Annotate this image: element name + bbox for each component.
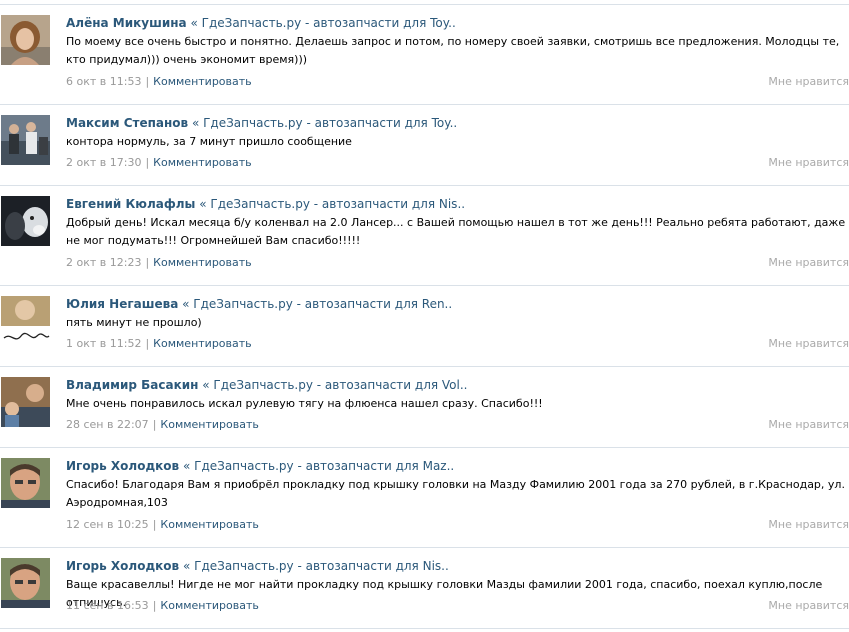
like-button[interactable]: Мне нравится <box>768 598 849 614</box>
comment-text: Спасибо! Благодаря Вам я приобрёл прокла… <box>66 478 845 509</box>
comment-item: Игорь Холодков « ГдеЗапчасть.ру - автоза… <box>0 458 849 558</box>
meta-separator: | <box>145 337 150 350</box>
divider <box>0 366 849 367</box>
like-button[interactable]: Мне нравится <box>768 417 849 433</box>
comment-header: Алёна Микушина « ГдеЗапчасть.ру - автоза… <box>66 15 456 31</box>
meta-separator: | <box>152 599 157 612</box>
meta-separator: | <box>152 518 157 531</box>
source-link[interactable]: ГдеЗапчасть.ру - автозапчасти для Nis.. <box>194 559 449 573</box>
comment-meta: 2 окт в 12:23 | Комментировать <box>66 255 252 271</box>
avatar[interactable] <box>1 196 50 246</box>
avatar[interactable] <box>1 296 50 346</box>
author-link[interactable]: Максим Степанов <box>66 116 188 130</box>
comment-item: Алёна Микушина « ГдеЗапчасть.ру - автоза… <box>0 15 849 115</box>
comment-text: Мне очень понравилось искал рулевую тягу… <box>66 397 543 410</box>
quote-separator: « <box>202 378 210 392</box>
author-link[interactable]: Алёна Микушина <box>66 16 187 30</box>
comment-meta: 28 сен в 22:07 | Комментировать <box>66 417 259 433</box>
divider <box>0 285 849 286</box>
avatar[interactable] <box>1 115 50 165</box>
comment-header: Игорь Холодков « ГдеЗапчасть.ру - автоза… <box>66 458 454 474</box>
reply-link[interactable]: Комментировать <box>153 75 251 88</box>
quote-separator: « <box>182 459 191 473</box>
author-link[interactable]: Юлия Негашева <box>66 297 178 311</box>
reply-link[interactable]: Комментировать <box>160 599 258 612</box>
source-link[interactable]: ГдеЗапчасть.ру - автозапчасти для Toy.. <box>203 116 457 130</box>
quote-separator: « <box>199 197 207 211</box>
comment-date[interactable]: 12 сен в 10:25 <box>66 518 149 531</box>
like-button[interactable]: Мне нравится <box>768 517 849 533</box>
reply-link[interactable]: Комментировать <box>153 156 251 169</box>
reply-link[interactable]: Комментировать <box>160 418 258 431</box>
source-link[interactable]: ГдеЗапчасть.ру - автозапчасти для Ren.. <box>193 297 452 311</box>
comment-header: Игорь Холодков « ГдеЗапчасть.ру - автоза… <box>66 558 449 574</box>
comment-meta: 2 окт в 17:30 | Комментировать <box>66 155 252 171</box>
like-button[interactable]: Мне нравится <box>768 74 849 90</box>
reply-link[interactable]: Комментировать <box>153 337 251 350</box>
comment-header: Юлия Негашева « ГдеЗапчасть.ру - автозап… <box>66 296 452 312</box>
comment-item: Евгений Кюлафлы « ГдеЗапчасть.ру - автоз… <box>0 196 849 296</box>
divider <box>0 447 849 448</box>
comment-header: Евгений Кюлафлы « ГдеЗапчасть.ру - автоз… <box>66 196 465 212</box>
avatar[interactable] <box>1 377 50 427</box>
comments-feed: Алёна Микушина « ГдеЗапчасть.ру - автоза… <box>0 0 849 632</box>
source-link[interactable]: ГдеЗапчасть.ру - автозапчасти для Maz.. <box>194 459 454 473</box>
divider <box>0 628 849 629</box>
comment-meta: 6 окт в 11:53 | Комментировать <box>66 74 252 90</box>
author-link[interactable]: Евгений Кюлафлы <box>66 197 195 211</box>
comment-text: пять минут не прошло) <box>66 316 202 329</box>
comment-date[interactable]: 2 окт в 17:30 <box>66 156 141 169</box>
meta-separator: | <box>145 256 150 269</box>
author-link[interactable]: Игорь Холодков <box>66 459 179 473</box>
divider <box>0 104 849 105</box>
meta-separator: | <box>145 156 150 169</box>
quote-separator: « <box>191 116 200 130</box>
quote-separator: « <box>190 16 198 30</box>
comment-meta: 12 сен в 10:25 | Комментировать <box>66 517 259 533</box>
divider <box>0 4 849 5</box>
comment-text: По моему все очень быстро и понятно. Дел… <box>66 35 840 66</box>
comment-text: контора нормуль, за 7 минут пришло сообщ… <box>66 135 352 148</box>
source-link[interactable]: ГдеЗапчасть.ру - автозапчасти для Nis.. <box>210 197 465 211</box>
meta-separator: | <box>145 75 150 88</box>
comment-date[interactable]: 1 окт в 11:52 <box>66 337 141 350</box>
meta-separator: | <box>152 418 157 431</box>
avatar[interactable] <box>1 458 50 508</box>
reply-link[interactable]: Комментировать <box>153 256 251 269</box>
divider <box>0 185 849 186</box>
source-link[interactable]: ГдеЗапчасть.ру - автозапчасти для Vol.. <box>213 378 467 392</box>
reply-link[interactable]: Комментировать <box>160 518 258 531</box>
avatar[interactable] <box>1 15 50 65</box>
quote-separator: « <box>182 297 190 311</box>
comment-date[interactable]: 2 окт в 12:23 <box>66 256 141 269</box>
like-button[interactable]: Мне нравится <box>768 255 849 271</box>
like-button[interactable]: Мне нравится <box>768 336 849 352</box>
comment-header: Владимир Басакин « ГдеЗапчасть.ру - авто… <box>66 377 467 393</box>
avatar[interactable] <box>1 558 50 608</box>
like-button[interactable]: Мне нравится <box>768 155 849 171</box>
comment-header: Максим Степанов « ГдеЗапчасть.ру - автоз… <box>66 115 457 131</box>
author-link[interactable]: Игорь Холодков <box>66 559 179 573</box>
comment-meta: 11 сен в 16:53 | Комментировать <box>66 598 259 614</box>
author-link[interactable]: Владимир Басакин <box>66 378 198 392</box>
quote-separator: « <box>182 559 191 573</box>
comment-text: Добрый день! Искал месяца б/у коленвал н… <box>66 216 846 247</box>
comment-date[interactable]: 28 сен в 22:07 <box>66 418 149 431</box>
comment-meta: 1 окт в 11:52 | Комментировать <box>66 336 252 352</box>
comment-item: Игорь Холодков « ГдеЗапчасть.ру - автоза… <box>0 558 849 632</box>
source-link[interactable]: ГдеЗапчасть.ру - автозапчасти для Toy.. <box>202 16 456 30</box>
comment-date[interactable]: 11 сен в 16:53 <box>66 599 149 612</box>
divider <box>0 547 849 548</box>
comment-date[interactable]: 6 окт в 11:53 <box>66 75 141 88</box>
